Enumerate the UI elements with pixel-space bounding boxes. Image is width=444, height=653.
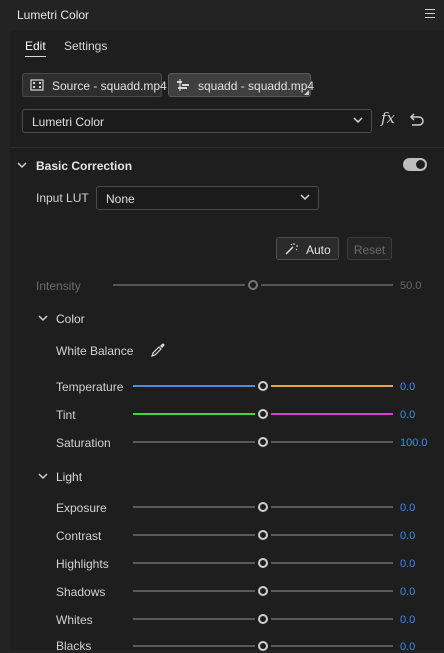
tint-label: Tint <box>56 408 76 422</box>
source-clip-label: Source - squadd.mp4 <box>52 79 167 93</box>
input-lut-select[interactable]: None <box>96 186 319 210</box>
highlights-slider[interactable] <box>133 558 393 568</box>
exposure-value[interactable]: 0.0 <box>400 502 415 514</box>
saturation-label: Saturation <box>56 436 111 450</box>
eyedropper-icon[interactable] <box>150 342 166 358</box>
blacks-value[interactable]: 0.0 <box>400 641 415 653</box>
shadows-label: Shadows <box>56 585 106 599</box>
sequence-clip-label: squadd - squadd.mp4 <box>198 79 315 93</box>
chevron-down-icon[interactable] <box>38 471 48 481</box>
tint-value[interactable]: 0.0 <box>400 409 415 421</box>
contrast-label: Contrast <box>56 529 102 543</box>
temperature-label: Temperature <box>56 380 124 394</box>
panel-menu-icon[interactable] <box>425 6 435 20</box>
exposure-label: Exposure <box>56 501 107 515</box>
basic-correction-toggle[interactable] <box>403 158 427 171</box>
tint-slider[interactable] <box>133 409 393 419</box>
exposure-slider[interactable] <box>133 502 393 512</box>
contrast-value[interactable]: 0.0 <box>400 530 415 542</box>
contrast-slider[interactable] <box>133 530 393 540</box>
fx-icon[interactable]: fx <box>381 109 399 129</box>
magic-wand-icon <box>285 243 298 255</box>
corner-marker <box>304 90 309 95</box>
source-clip-button[interactable]: Source - squadd.mp4 <box>22 73 167 97</box>
lumetri-panel-body: Edit Settings Source - squadd.mp4 squadd… <box>10 30 444 653</box>
intensity-label: Intensity <box>36 279 81 293</box>
subsection-title-color[interactable]: Color <box>56 312 85 326</box>
film-strip-icon <box>30 79 44 91</box>
white-balance-label: White Balance <box>56 344 134 358</box>
subsection-title-light[interactable]: Light <box>56 470 82 484</box>
intensity-value[interactable]: 50.0 <box>400 280 421 292</box>
input-lut-label: Input LUT <box>36 191 89 205</box>
slider-thumb[interactable] <box>258 558 268 568</box>
sequence-clip-button[interactable]: squadd - squadd.mp4 <box>168 73 315 97</box>
section-title-basic-correction[interactable]: Basic Correction <box>36 159 132 173</box>
whites-slider[interactable] <box>133 614 393 624</box>
whites-value[interactable]: 0.0 <box>400 614 415 626</box>
chevron-down-icon[interactable] <box>17 160 27 170</box>
panel-title: Lumetri Color <box>17 8 90 22</box>
highlights-value[interactable]: 0.0 <box>400 558 415 570</box>
slider-thumb[interactable] <box>258 530 268 540</box>
blacks-label: Blacks <box>56 639 92 653</box>
chevron-down-icon[interactable] <box>38 313 48 323</box>
slider-thumb[interactable] <box>258 409 268 419</box>
reset-button[interactable]: Reset <box>347 237 392 260</box>
temperature-slider[interactable] <box>133 381 393 391</box>
chevron-down-icon <box>300 194 310 201</box>
intensity-slider[interactable] <box>113 280 393 290</box>
section-divider <box>10 147 444 148</box>
saturation-value[interactable]: 100.0 <box>400 437 428 449</box>
effect-select[interactable]: Lumetri Color <box>22 109 372 133</box>
whites-label: Whites <box>56 613 93 627</box>
timeline-icon <box>177 79 189 91</box>
shadows-value[interactable]: 0.0 <box>400 586 415 598</box>
temperature-value[interactable]: 0.0 <box>400 381 415 393</box>
auto-button[interactable]: Auto <box>276 237 339 260</box>
undo-icon[interactable] <box>407 112 425 128</box>
auto-button-label: Auto <box>306 243 331 257</box>
slider-thumb[interactable] <box>248 280 258 290</box>
panel-header: Lumetri Color <box>0 0 444 30</box>
effect-select-value: Lumetri Color <box>32 115 105 129</box>
slider-thumb[interactable] <box>258 437 268 447</box>
saturation-slider[interactable] <box>133 437 393 447</box>
reset-button-label: Reset <box>353 243 386 257</box>
tab-edit[interactable]: Edit <box>25 39 46 57</box>
shadows-slider[interactable] <box>133 586 393 596</box>
tab-settings[interactable]: Settings <box>64 39 107 53</box>
highlights-label: Highlights <box>56 557 109 571</box>
slider-thumb[interactable] <box>258 502 268 512</box>
slider-thumb[interactable] <box>258 586 268 596</box>
slider-thumb[interactable] <box>258 614 268 624</box>
chevron-down-icon <box>353 117 363 124</box>
input-lut-value: None <box>106 192 135 206</box>
slider-thumb[interactable] <box>258 381 268 391</box>
